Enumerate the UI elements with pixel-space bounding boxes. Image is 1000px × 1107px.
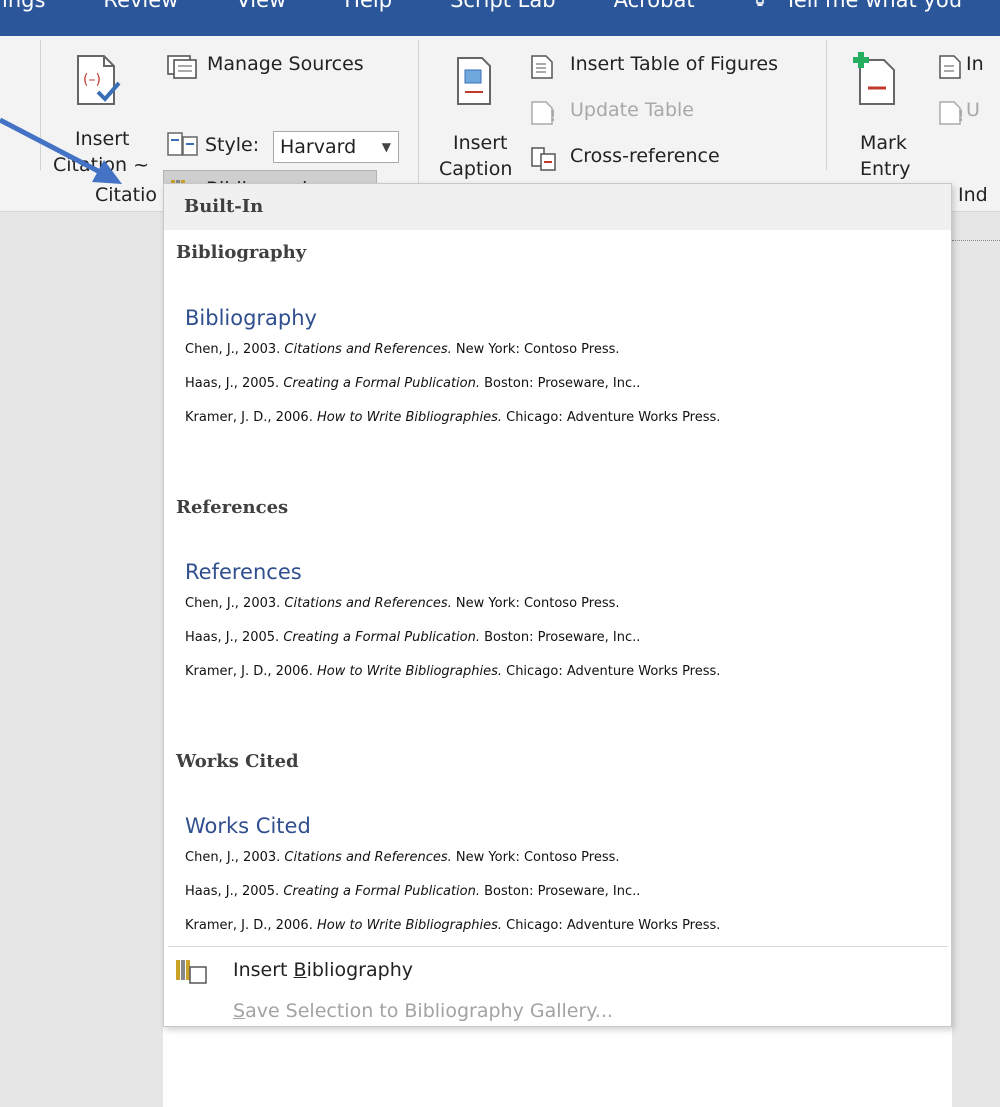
section-title-bibliography: Bibliography bbox=[176, 242, 307, 263]
update-table-button[interactable]: ! Update Table bbox=[530, 96, 730, 128]
citation-entry: Haas, J., 2005. Creating a Formal Public… bbox=[185, 376, 641, 391]
update-index-icon: ! bbox=[939, 101, 964, 125]
insert-citation-icon: (–) bbox=[77, 55, 121, 105]
cross-reference-button[interactable]: Cross-reference bbox=[530, 142, 750, 174]
update-table-label: Update Table bbox=[570, 99, 694, 121]
tab-mailings[interactable]: ings bbox=[2, 0, 45, 12]
gallery-heading: Bibliography bbox=[185, 306, 317, 330]
insert-bibliography-label: Insert Bibliography bbox=[233, 959, 413, 981]
citation-entry: Kramer, J. D., 2006. How to Write Biblio… bbox=[185, 918, 721, 933]
tab-review[interactable]: Review bbox=[103, 0, 178, 12]
table-of-figures-icon bbox=[531, 55, 553, 79]
insert-caption-line2: Caption bbox=[439, 158, 513, 180]
gallery-heading: References bbox=[185, 560, 302, 584]
title-bar: ings Review View Help Script Lab Acrobat… bbox=[0, 0, 1000, 36]
style-value: Harvard bbox=[280, 136, 357, 158]
section-title-references: References bbox=[176, 497, 289, 518]
gallery-item-works-cited[interactable]: Works Cited Chen, J., 2003. Citations an… bbox=[164, 802, 951, 962]
document-area-right bbox=[952, 212, 1000, 1107]
cross-reference-label: Cross-reference bbox=[570, 145, 720, 167]
tab-help[interactable]: Help bbox=[344, 0, 392, 12]
menu-separator bbox=[168, 946, 948, 947]
manage-sources-button[interactable]: Manage Sources bbox=[166, 50, 386, 84]
lightbulb-icon bbox=[755, 0, 764, 6]
save-selection-menu-item[interactable]: Save Selection to Bibliography Gallery..… bbox=[164, 992, 951, 1032]
citation-entry: Haas, J., 2005. Creating a Formal Public… bbox=[185, 884, 641, 899]
svg-text:!: ! bbox=[549, 106, 556, 125]
bibliography-dropdown: Built-In Bibliography Bibliography Chen,… bbox=[163, 183, 952, 1027]
ribbon-tabs: ings Review View Help Script Lab Acrobat… bbox=[0, 0, 962, 12]
insert-bibliography-menu-item[interactable]: Insert Bibliography bbox=[164, 951, 951, 991]
chevron-down-icon: ▼ bbox=[381, 140, 391, 154]
insert-index-label: In bbox=[966, 53, 984, 75]
update-index-button[interactable]: ! U bbox=[938, 96, 1000, 128]
bibliography-icon bbox=[176, 960, 207, 984]
update-table-icon: ! bbox=[531, 101, 556, 125]
manage-sources-icon bbox=[167, 55, 197, 79]
tab-script-lab[interactable]: Script Lab bbox=[450, 0, 555, 12]
gallery-item-references[interactable]: References Chen, J., 2003. Citations and… bbox=[164, 548, 951, 708]
svg-text:(–): (–) bbox=[83, 72, 101, 88]
save-selection-label: Save Selection to Bibliography Gallery..… bbox=[233, 1000, 613, 1022]
group-separator bbox=[418, 40, 419, 190]
tell-me-text: Tell me what you bbox=[784, 0, 963, 12]
tab-view[interactable]: View bbox=[236, 0, 286, 12]
tab-acrobat[interactable]: Acrobat bbox=[614, 0, 695, 12]
citation-entry: Chen, J., 2003. Citations and References… bbox=[185, 342, 620, 357]
citation-entry: Chen, J., 2003. Citations and References… bbox=[185, 850, 620, 865]
mark-entry-button[interactable]: Mark Entry bbox=[848, 46, 928, 196]
mark-entry-line2: Entry bbox=[860, 158, 911, 180]
citation-entry: Chen, J., 2003. Citations and References… bbox=[185, 596, 620, 611]
mark-entry-line1: Mark bbox=[860, 132, 907, 154]
gallery-item-bibliography[interactable]: Bibliography Chen, J., 2003. Citations a… bbox=[164, 294, 951, 454]
update-index-label: U bbox=[966, 99, 980, 121]
group-label-index: Ind bbox=[958, 184, 988, 206]
insert-caption-line1: Insert bbox=[453, 132, 508, 154]
insert-table-of-figures-button[interactable]: Insert Table of Figures bbox=[530, 50, 810, 82]
citation-entry: Kramer, J. D., 2006. How to Write Biblio… bbox=[185, 664, 721, 679]
citation-entry: Haas, J., 2005. Creating a Formal Public… bbox=[185, 630, 641, 645]
insert-index-button[interactable]: In bbox=[938, 50, 1000, 82]
style-icon bbox=[167, 132, 198, 156]
section-title-works-cited: Works Cited bbox=[176, 751, 299, 772]
svg-text:!: ! bbox=[957, 106, 964, 125]
gallery-heading: Works Cited bbox=[185, 814, 311, 838]
tell-me-search[interactable]: Tell me what you bbox=[753, 0, 962, 12]
style-select[interactable]: Harvard ▼ bbox=[273, 131, 399, 163]
insert-table-of-figures-label: Insert Table of Figures bbox=[570, 53, 778, 75]
mark-entry-icon bbox=[853, 52, 895, 105]
citation-entry: Kramer, J. D., 2006. How to Write Biblio… bbox=[185, 410, 721, 425]
insert-caption-icon bbox=[457, 57, 491, 105]
insert-caption-button[interactable]: Insert Caption bbox=[438, 46, 518, 196]
group-separator bbox=[826, 40, 827, 170]
cross-reference-icon bbox=[531, 147, 556, 171]
annotation-arrow bbox=[0, 117, 122, 184]
document-page bbox=[592, 1026, 952, 1107]
manage-sources-label: Manage Sources bbox=[207, 53, 364, 75]
ruler bbox=[952, 240, 1000, 246]
document-area-left bbox=[0, 212, 163, 1107]
insert-index-icon bbox=[939, 55, 961, 79]
built-in-header: Built-In bbox=[164, 184, 951, 230]
style-label: Style: bbox=[205, 134, 260, 156]
